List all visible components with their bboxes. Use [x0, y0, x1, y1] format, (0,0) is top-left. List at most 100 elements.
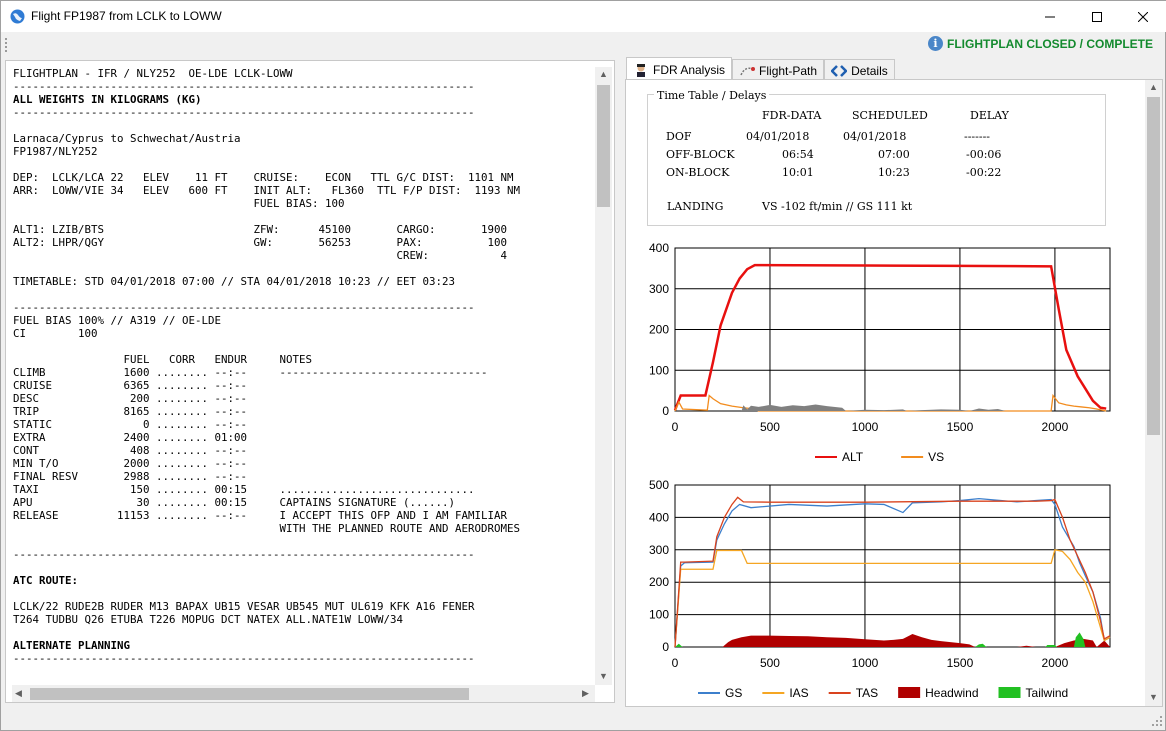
x-tick-label: 0: [672, 656, 679, 670]
close-button[interactable]: [1120, 1, 1166, 32]
tab-flight-path[interactable]: Flight-Path: [732, 59, 825, 81]
scroll-up-icon[interactable]: ▲: [1149, 82, 1158, 92]
y-tick-label: 100: [649, 608, 669, 622]
maximize-icon: [1092, 11, 1102, 22]
ofp-line: ALT1: LZIB/BTS ZFW: 45100 CARGO: 1900: [13, 223, 508, 236]
ofp-line: [13, 587, 591, 600]
row-fdr: 10:01: [782, 166, 814, 179]
y-tick-label: 0: [662, 404, 669, 418]
status-bar: [1, 709, 1166, 731]
landing-value: VS -102 ft/min // GS 111 kt: [762, 200, 913, 213]
ofp-line: T264 TUDBU Q26 ETUBA T226 MOPUG DCT NATE…: [13, 613, 404, 626]
pilot-icon: [637, 63, 645, 77]
series-headwind-area: [675, 634, 1110, 647]
x-tick-label: 0: [672, 420, 679, 434]
tab-label: Details: [851, 63, 888, 78]
fdr-vertical-thumb[interactable]: [1147, 97, 1160, 435]
x-tick-label: 500: [760, 656, 780, 670]
ofp-panel: FLIGHTPLAN - IFR / NLY252 OE-LDE LCLK-LO…: [5, 60, 615, 703]
ofp-line: DESC 200 ........ --:--: [13, 392, 248, 405]
ofp-line: ----------------------------------------…: [13, 652, 475, 665]
header-delay: DELAY: [970, 109, 1009, 122]
alt-vs-chart: 0 500 1000 1500 2000 0 100 200 300 400 ALT VS: [649, 241, 1111, 464]
scroll-down-icon[interactable]: ▼: [1149, 692, 1158, 702]
ofp-line: [13, 626, 591, 639]
x-tick-label: 500: [760, 420, 780, 434]
legend-label: GS: [725, 686, 742, 700]
globe-icon: [10, 9, 25, 24]
tab-fdr-analysis[interactable]: FDR Analysis: [626, 57, 733, 81]
plot-area: [674, 484, 1111, 648]
row-scheduled: 10:23: [878, 166, 910, 179]
y-tick-label: 300: [649, 282, 669, 296]
ofp-vertical-scrollbar[interactable]: ▲ ▼: [595, 67, 612, 685]
y-tick-label: 200: [649, 575, 669, 589]
series-alt-line: [673, 263, 1107, 411]
ofp-line: LCLK/22 RUDE2B RUDER M13 BAPAX UB15 VESA…: [13, 600, 475, 613]
ofp-line: FLIGHTPLAN - IFR / NLY252 OE-LDE LCLK-LO…: [13, 67, 293, 80]
row-label: ON-BLOCK: [666, 166, 730, 179]
ofp-line: ----------------------------------------…: [13, 106, 475, 119]
tab-label: FDR Analysis: [653, 62, 726, 77]
title-bar[interactable]: Flight FP1987 from LCLK to LOWW: [1, 1, 1166, 32]
ofp-line: FUEL BIAS: 100: [13, 197, 345, 210]
y-tick-label: 0: [662, 640, 669, 654]
legend-label: Tailwind: [1026, 686, 1069, 700]
ofp-horizontal-thumb[interactable]: [30, 688, 469, 700]
scroll-left-icon[interactable]: ◀: [15, 688, 22, 699]
legend-swatch: [998, 687, 1021, 698]
legend-label: Headwind: [925, 686, 978, 700]
status-text: FLIGHTPLAN CLOSED / COMPLETE: [947, 36, 1153, 51]
minimize-icon: [1045, 16, 1055, 17]
resize-grip-icon[interactable]: [1151, 715, 1163, 727]
timetable-title: Time Table / Delays: [654, 89, 770, 102]
x-tick-label: 1000: [852, 656, 879, 670]
ofp-line: [13, 288, 591, 301]
ofp-line: WITH THE PLANNED ROUTE AND AERODROMES: [13, 522, 521, 535]
x-tick-label: 1000: [852, 420, 879, 434]
ofp-line: DEP: LCLK/LCA 22 ELEV 11 FT CRUISE: ECON…: [13, 171, 514, 184]
ofp-line: CRUISE 6365 ........ --:--: [13, 379, 248, 392]
tab-strip: FDR Analysis Flight-Path Details: [626, 57, 895, 81]
landing-label: LANDING: [667, 200, 724, 213]
ofp-heading: ALTERNATE PLANNING: [13, 639, 131, 652]
y-tick-label: 300: [649, 543, 669, 557]
ofp-line: TIMETABLE: STD 04/01/2018 07:00 // STA 0…: [13, 275, 456, 288]
x-tick-label: 1500: [947, 420, 974, 434]
toolbar-grip[interactable]: [5, 38, 8, 52]
row-scheduled: 07:00: [878, 148, 910, 161]
ofp-line: FINAL RESV 2988 ........ --:--: [13, 470, 248, 483]
ofp-line: ----------------------------------------…: [13, 301, 475, 314]
scroll-right-icon[interactable]: ▶: [582, 688, 589, 699]
tab-details[interactable]: Details: [824, 59, 895, 81]
scroll-down-icon[interactable]: ▼: [599, 671, 608, 681]
x-tick-label: 1500: [947, 656, 974, 670]
maximize-button[interactable]: [1074, 1, 1120, 32]
scroll-up-icon[interactable]: ▲: [599, 69, 608, 79]
flightplan-status: i FLIGHTPLAN CLOSED / COMPLETE: [928, 36, 1153, 51]
ofp-line: [13, 119, 591, 132]
row-delay: -00:06: [966, 148, 1002, 161]
y-tick-label: 400: [649, 241, 669, 255]
fdr-analysis-panel: Time Table / Delays FDR-DATA SCHEDULED D…: [625, 79, 1163, 707]
ofp-line: FP1987/NLY252: [13, 145, 98, 158]
speed-wind-chart: 0 500 1000 1500 2000 0 100 200 300 400 500 GS IAS TAS…: [649, 478, 1111, 700]
ofp-text[interactable]: FLIGHTPLAN - IFR / NLY252 OE-LDE LCLK-LO…: [13, 67, 591, 679]
ofp-line: Larnaca/Cyprus to Schwechat/Austria: [13, 132, 241, 145]
ofp-line: CI 100: [13, 327, 98, 340]
header-fdr-data: FDR-DATA: [762, 109, 822, 122]
minimize-button[interactable]: [1027, 1, 1073, 32]
fdr-vertical-scrollbar[interactable]: ▲ ▼: [1145, 80, 1162, 706]
close-icon: [1138, 11, 1148, 22]
ofp-line: [13, 210, 591, 223]
y-tick-label: 500: [649, 478, 669, 492]
ofp-line: APU 30 ........ 00:15 CAPTAINS SIGNATURE…: [13, 496, 456, 509]
ofp-horizontal-scrollbar[interactable]: ◀ ▶: [12, 685, 595, 702]
ofp-line: RELEASE 11153 ........ --:-- I ACCEPT TH…: [13, 509, 508, 522]
timetable-group: Time Table / Delays FDR-DATA SCHEDULED D…: [647, 89, 1106, 226]
y-tick-label: 100: [649, 363, 669, 377]
ofp-vertical-thumb[interactable]: [597, 85, 610, 207]
ofp-line: [13, 262, 591, 275]
x-tick-label: 2000: [1042, 656, 1069, 670]
toolbar: i FLIGHTPLAN CLOSED / COMPLETE: [1, 32, 1166, 56]
